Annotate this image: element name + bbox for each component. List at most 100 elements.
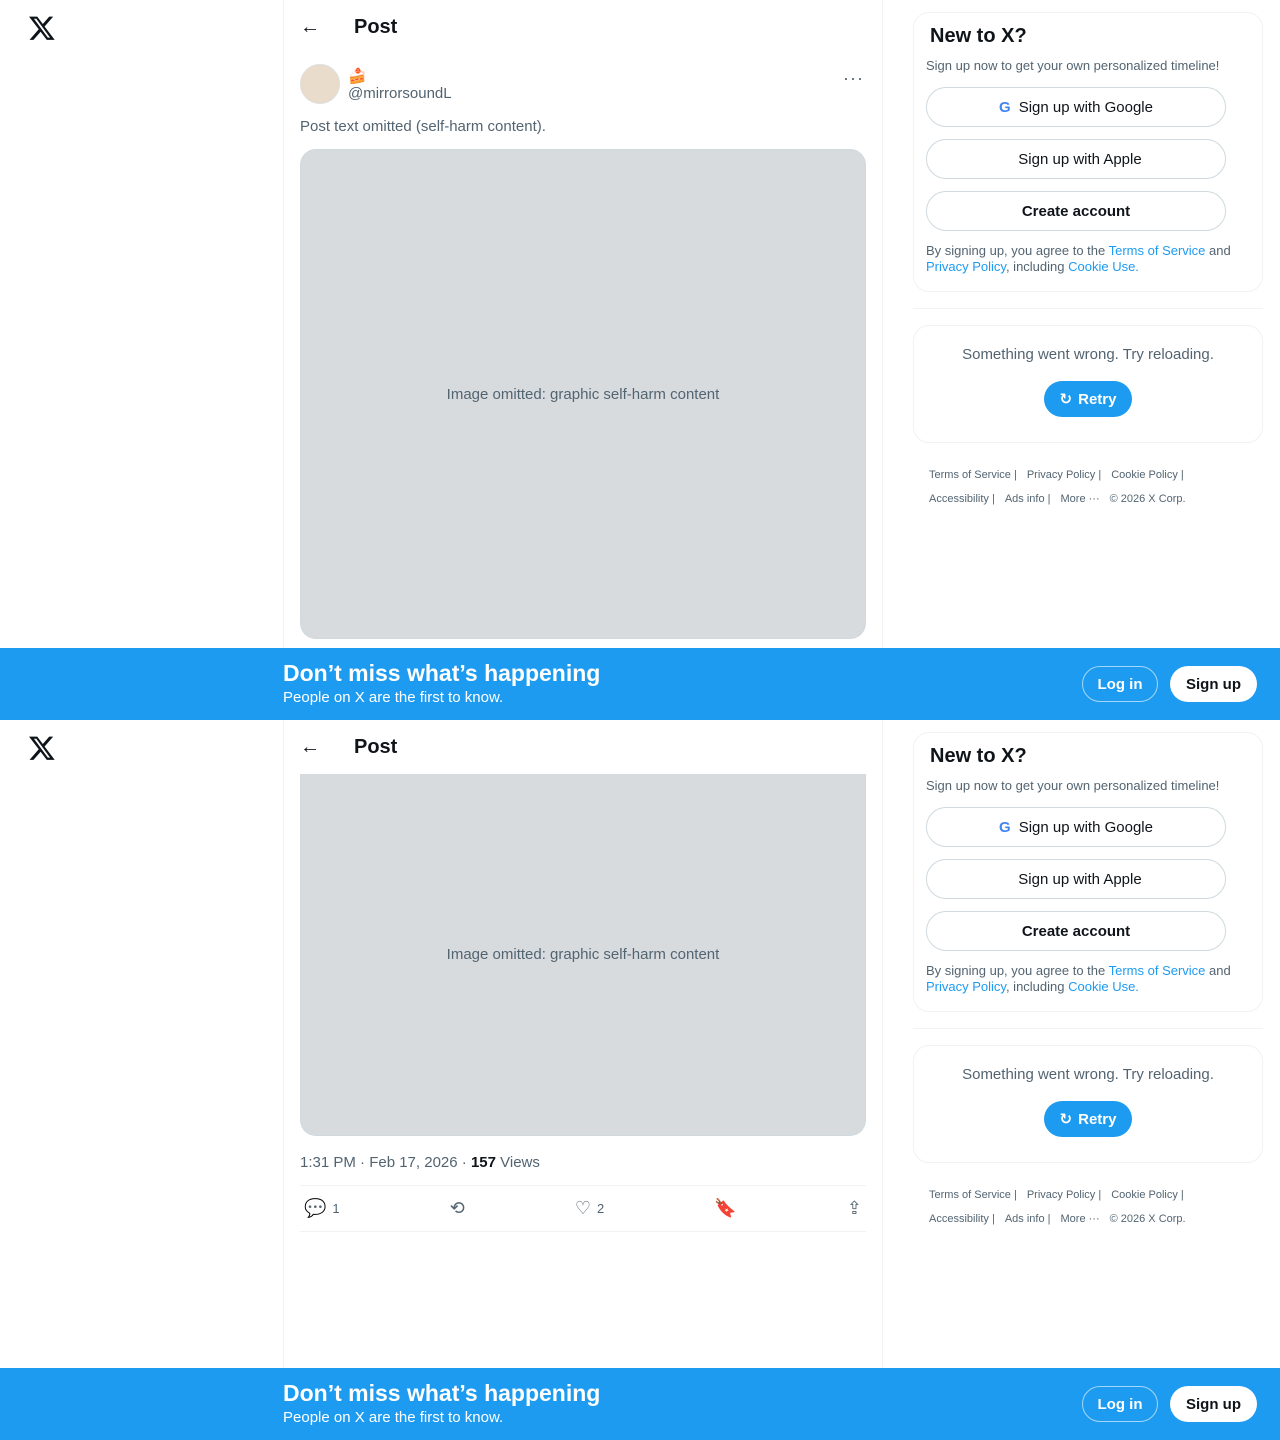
google-signup-label: Sign up with Google (1018, 818, 1153, 836)
footer-link[interactable]: Cookie Policy | (1111, 469, 1184, 481)
signup-banner: Don’t miss what’s happening People on X … (0, 1368, 1280, 1440)
share-button[interactable]: ⇪ (847, 1198, 862, 1219)
terms-link[interactable]: Terms of Service (1109, 243, 1206, 258)
media-placeholder: Image omitted: graphic self-harm content (300, 149, 866, 639)
footer-link[interactable]: Terms of Service | (929, 1189, 1017, 1201)
page-title: Post (354, 15, 398, 38)
create-account-button[interactable]: Create account (926, 911, 1226, 951)
signup-terms: By signing up, you agree to the Terms of… (926, 243, 1231, 274)
footer-link[interactable]: Privacy Policy | (1027, 1189, 1101, 1201)
x-logo-icon[interactable] (28, 734, 56, 762)
signup-card: New to X? Sign up now to get your own pe… (913, 12, 1263, 292)
google-signup-button[interactable]: G Sign up with Google (926, 87, 1226, 127)
bookmark-button[interactable]: 🔖 (714, 1198, 736, 1219)
repost-button[interactable]: ⟲ (450, 1198, 465, 1219)
footer-link[interactable]: Ads info | (1005, 493, 1051, 505)
login-button[interactable]: Log in (1082, 666, 1158, 702)
signup-terms: By signing up, you agree to the Terms of… (926, 963, 1231, 994)
action-bar: 💬 1 ⟲ ♡ 2 🔖 ⇪ (300, 1186, 866, 1232)
signup-title: New to X? (930, 25, 1027, 47)
signup-button[interactable]: Sign up (1170, 666, 1257, 702)
copyright: © 2026 X Corp. (1109, 493, 1186, 505)
error-message: Something went wrong. Try reloading. (962, 1066, 1214, 1083)
viewport-scrolled: ← Post Image omitted: graphic self-harm … (0, 720, 1280, 1440)
signup-banner: Don’t miss what’s happening People on X … (0, 648, 1280, 720)
post-metadata: 1:31 PM · Feb 17, 2026 · 157 Views (300, 1136, 866, 1186)
more-options-icon[interactable]: ··· (843, 68, 864, 89)
footer-link[interactable]: Terms of Service | (929, 469, 1017, 481)
post-column: ← Post 🍰 @mirrorsoundL ··· Post text omi… (283, 0, 883, 720)
post-time[interactable]: 1:31 PM · Feb 17, 2026 · (300, 1154, 471, 1171)
views-label: Views (495, 1154, 540, 1171)
create-account-label: Create account (1021, 202, 1131, 220)
footer-link[interactable]: Privacy Policy | (1027, 469, 1101, 481)
privacy-link[interactable]: Privacy Policy (926, 979, 1006, 994)
apple-signup-button[interactable]: Sign up with Apple (926, 859, 1226, 899)
error-card: Something went wrong. Try reloading. ↻ Re… (913, 1045, 1263, 1163)
post-header: ← Post (284, 720, 882, 774)
banner-subtitle: People on X are the first to know. (283, 1409, 504, 1426)
like-count: 2 (597, 1201, 605, 1216)
cookie-link[interactable]: Cookie Use. (1068, 979, 1139, 994)
google-icon: G (999, 98, 1011, 116)
retry-button[interactable]: ↻ Retry (1043, 381, 1133, 417)
display-name[interactable]: 🍰 (348, 67, 452, 85)
footer-link[interactable]: Cookie Policy | (1111, 1189, 1184, 1201)
footer-link[interactable]: More ··· (1061, 1213, 1100, 1225)
reply-icon: 💬 (304, 1198, 327, 1218)
footer-link[interactable]: Accessibility | (929, 1213, 995, 1225)
banner-title: Don’t miss what’s happening (283, 660, 601, 686)
back-arrow-icon[interactable]: ← (300, 16, 320, 39)
post-author[interactable]: 🍰 @mirrorsoundL ··· (284, 54, 882, 104)
repost-icon: ⟲ (449, 1198, 465, 1218)
page-title: Post (354, 735, 398, 758)
signup-button[interactable]: Sign up (1170, 1386, 1257, 1422)
heart-icon: ♡ (574, 1198, 592, 1218)
retry-label: Retry (1078, 390, 1117, 408)
terms-link[interactable]: Terms of Service (1109, 963, 1206, 978)
avatar[interactable] (300, 64, 340, 104)
signup-title: New to X? (930, 745, 1027, 767)
media-placeholder-label: Image omitted: graphic self-harm content (446, 385, 720, 403)
views-count: 157 (470, 1154, 496, 1171)
retry-button[interactable]: ↻ Retry (1043, 1101, 1133, 1137)
footer-link[interactable]: More ··· (1061, 493, 1100, 505)
apple-signup-label: Sign up with Apple (1018, 870, 1142, 888)
privacy-link[interactable]: Privacy Policy (926, 259, 1006, 274)
content-notice: Post text omitted (self-harm content). (300, 118, 546, 135)
divider (913, 1028, 1263, 1029)
apple-signup-label: Sign up with Apple (1018, 150, 1142, 168)
login-button[interactable]: Log in (1082, 1386, 1158, 1422)
cookie-link[interactable]: Cookie Use. (1068, 259, 1139, 274)
banner-subtitle: People on X are the first to know. (283, 689, 504, 706)
copyright: © 2026 X Corp. (1109, 1213, 1186, 1225)
post-header: ← Post (284, 0, 882, 54)
media-placeholder-label: Image omitted: graphic self-harm content (446, 946, 720, 963)
create-account-label: Create account (1021, 922, 1131, 940)
footer-link[interactable]: Accessibility | (929, 493, 995, 505)
signup-subtitle: Sign up now to get your own personalized… (926, 778, 1220, 793)
signup-subtitle: Sign up now to get your own personalized… (926, 58, 1220, 73)
retry-label: Retry (1078, 1110, 1117, 1128)
google-signup-label: Sign up with Google (1018, 98, 1153, 116)
error-message: Something went wrong. Try reloading. (962, 346, 1214, 363)
handle[interactable]: @mirrorsoundL (348, 85, 452, 102)
sidebar: New to X? Sign up now to get your own pe… (913, 12, 1263, 511)
google-icon: G (999, 818, 1011, 836)
reply-count: 1 (332, 1201, 340, 1216)
footer-link[interactable]: Ads info | (1005, 1213, 1051, 1225)
footer-links: Terms of Service | Privacy Policy | Cookie… (913, 1163, 1263, 1231)
viewport-top: ← Post 🍰 @mirrorsoundL ··· Post text omi… (0, 0, 1280, 720)
error-card: Something went wrong. Try reloading. ↻ Re… (913, 325, 1263, 443)
share-icon: ⇪ (846, 1198, 862, 1218)
back-arrow-icon[interactable]: ← (300, 736, 320, 759)
x-logo-icon[interactable] (28, 14, 56, 42)
divider (913, 308, 1263, 309)
apple-signup-button[interactable]: Sign up with Apple (926, 139, 1226, 179)
reply-button[interactable]: 💬 1 (304, 1198, 340, 1219)
bookmark-icon: 🔖 (714, 1198, 737, 1218)
post-column: ← Post Image omitted: graphic self-harm … (283, 720, 883, 1440)
create-account-button[interactable]: Create account (926, 191, 1226, 231)
google-signup-button[interactable]: G Sign up with Google (926, 807, 1226, 847)
like-button[interactable]: ♡ 2 (575, 1198, 604, 1219)
